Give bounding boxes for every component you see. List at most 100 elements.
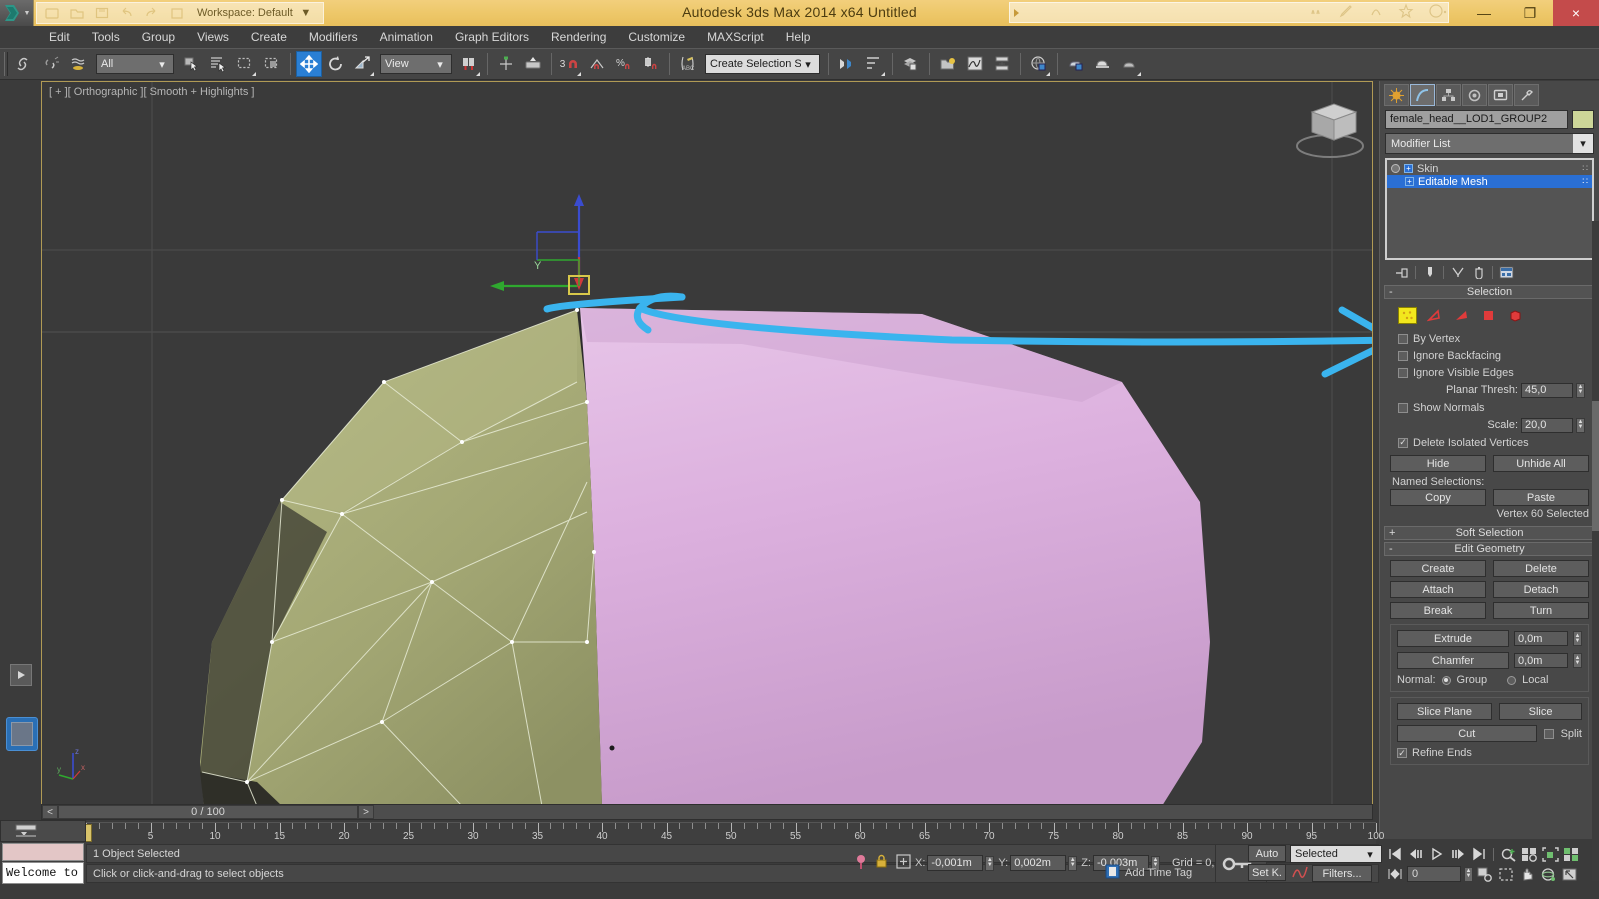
vertex-icon[interactable] (1398, 307, 1417, 324)
key-mode-toggle-icon[interactable] (1386, 865, 1404, 883)
close-button[interactable]: × (1553, 0, 1599, 26)
set-key-button[interactable]: Set K. (1248, 864, 1286, 881)
coord-y-spinner[interactable]: ▲ ▼ (1068, 855, 1078, 871)
rectangular-selection-region-icon[interactable] (232, 51, 258, 77)
menu-item-group[interactable]: Group (131, 27, 186, 47)
select-and-manipulate-icon[interactable] (493, 51, 519, 77)
zoom-extents-all-icon[interactable] (1562, 845, 1580, 863)
radio-normal-group[interactable] (1441, 675, 1451, 685)
spinner-snap-toggle-icon[interactable] (638, 51, 664, 77)
create-tab[interactable] (1384, 84, 1409, 106)
checkbox-ignore-visible-edges[interactable]: Ignore Visible Edges (1390, 364, 1589, 381)
keyboard-shortcut-override-icon[interactable] (520, 51, 546, 77)
named-selection-sets-combo[interactable]: Create Selection Se ▾ (705, 54, 820, 74)
bind-to-space-warp-icon[interactable] (66, 51, 92, 77)
scale-spinner[interactable]: ▲ ▼ (1576, 417, 1585, 433)
zoom-extents-icon[interactable] (1541, 845, 1559, 863)
menu-item-help[interactable]: Help (775, 27, 822, 47)
align-icon[interactable] (861, 51, 887, 77)
maxscript-mini-listener-output[interactable]: Welcome to (2, 862, 84, 884)
zoom-icon[interactable] (1499, 845, 1517, 863)
rollout-toggle-icon[interactable]: + (1389, 527, 1395, 539)
rollout-toggle-icon[interactable]: - (1389, 286, 1393, 298)
infocenter-arrow-icon[interactable] (1014, 9, 1019, 17)
checkbox-ignore-backfacing[interactable]: Ignore Backfacing (1390, 347, 1589, 364)
radio-normal-local[interactable] (1507, 675, 1517, 685)
light-bulb-icon[interactable] (1391, 164, 1400, 173)
menu-item-animation[interactable]: Animation (369, 27, 444, 47)
go-to-start-icon[interactable] (1386, 845, 1404, 863)
flyout-arrow-icon[interactable] (1046, 72, 1050, 76)
face-icon[interactable] (1452, 307, 1471, 324)
rollout-edit-geometry-header[interactable]: - Edit Geometry (1384, 542, 1595, 556)
next-frame-icon[interactable] (1449, 845, 1467, 863)
unhide-all-button[interactable]: Unhide All (1493, 455, 1589, 472)
modifier-list-dropdown[interactable]: Modifier List ▾ (1385, 133, 1594, 154)
extrude-button[interactable]: Extrude (1397, 630, 1509, 647)
menu-item-create[interactable]: Create (240, 27, 298, 47)
chevron-down-icon[interactable]: ▾ (1363, 848, 1377, 861)
chevron-down-icon[interactable]: ▾ (1573, 134, 1593, 153)
checkbox-delete-isolated-vertices[interactable]: ✓ Delete Isolated Vertices (1390, 434, 1589, 451)
pencil-icon[interactable] (1338, 3, 1354, 22)
toggle-scene-explorer-icon[interactable] (935, 51, 961, 77)
viewport-layout-tab[interactable] (6, 717, 38, 751)
checkbox-split[interactable] (1543, 728, 1554, 739)
select-and-scale-icon[interactable] (350, 51, 376, 77)
material-editor-icon[interactable] (1026, 51, 1052, 77)
coord-x-spinner[interactable]: ▲ ▼ (985, 855, 995, 871)
minimize-button[interactable]: — (1461, 0, 1507, 26)
checkbox-show-normals[interactable]: Show Normals (1390, 399, 1589, 416)
region-zoom-icon[interactable] (1497, 865, 1515, 883)
rollout-soft-selection-header[interactable]: + Soft Selection (1384, 526, 1595, 540)
time-slider[interactable]: < 0 / 100 > (41, 804, 1373, 820)
polygon-icon[interactable] (1479, 307, 1498, 324)
expand-plus-icon[interactable]: + (1405, 177, 1414, 186)
flyout-arrow-icon[interactable] (476, 72, 480, 76)
edge-icon[interactable] (1425, 307, 1444, 324)
toolbar-grip[interactable] (4, 52, 8, 76)
menu-item-views[interactable]: Views (186, 27, 240, 47)
chevron-down-icon[interactable]: ▾ (433, 58, 447, 71)
coord-y-field[interactable]: 0,002m (1010, 855, 1067, 871)
key-curve-icon[interactable] (1292, 864, 1308, 883)
edit-named-selection-sets-icon[interactable]: ABC (675, 51, 701, 77)
remove-modifier-icon[interactable] (1471, 265, 1486, 280)
stack-item-editable-mesh[interactable]: + Editable Mesh ∷ (1387, 175, 1592, 188)
zoom-all-icon[interactable] (1520, 845, 1538, 863)
expand-plus-icon[interactable]: + (1404, 164, 1413, 173)
maximize-viewport-toggle-icon[interactable] (1560, 865, 1578, 883)
select-and-rotate-icon[interactable] (323, 51, 349, 77)
selection-filter-combo[interactable]: All ▾ (96, 54, 174, 74)
menu-item-graph-editors[interactable]: Graph Editors (444, 27, 540, 47)
chamfer-button[interactable]: Chamfer (1397, 652, 1509, 669)
slice-button[interactable]: Slice (1499, 703, 1582, 720)
element-icon[interactable] (1506, 307, 1525, 324)
flyout-arrow-icon[interactable] (577, 72, 581, 76)
track-bar-ruler[interactable]: 5 10 15 20 25 30 35 40 45 50 55 60 65 70 75 80 85 90 95 100 (86, 822, 1384, 844)
planar-threshold-spinner[interactable]: ▲ ▼ (1576, 382, 1585, 398)
checkbox-box[interactable] (1398, 333, 1408, 344)
time-slider-handle[interactable]: 0 / 100 (58, 805, 358, 819)
schematic-view-icon[interactable] (989, 51, 1015, 77)
absolute-relative-transform-icon[interactable] (896, 854, 911, 872)
menu-item-maxscript[interactable]: MAXScript (696, 27, 775, 47)
mirror-icon[interactable] (834, 51, 860, 77)
planar-threshold-field[interactable]: 45,0 (1521, 382, 1573, 398)
previous-frame-icon[interactable] (1407, 845, 1425, 863)
window-crossing-icon[interactable] (259, 51, 285, 77)
rollout-toggle-icon[interactable]: - (1389, 543, 1393, 555)
help-circle-icon[interactable] (1428, 3, 1448, 22)
field-of-view-icon[interactable] (1476, 865, 1494, 883)
select-link-icon[interactable] (12, 51, 38, 77)
render-production-icon[interactable] (1117, 51, 1143, 77)
chevron-down-icon[interactable]: ▾ (155, 58, 169, 71)
previous-frame-button[interactable]: < (42, 805, 58, 819)
utilities-tab[interactable] (1514, 84, 1539, 106)
create-button[interactable]: Create (1390, 560, 1486, 577)
chevron-down-icon[interactable]: ▾ (801, 58, 815, 71)
pin-stack-icon[interactable] (1394, 265, 1409, 280)
flyout-arrow-icon[interactable] (370, 72, 374, 76)
stack-item-skin[interactable]: + Skin ∷ (1387, 162, 1592, 175)
flyout-arrow-icon[interactable] (881, 72, 885, 76)
